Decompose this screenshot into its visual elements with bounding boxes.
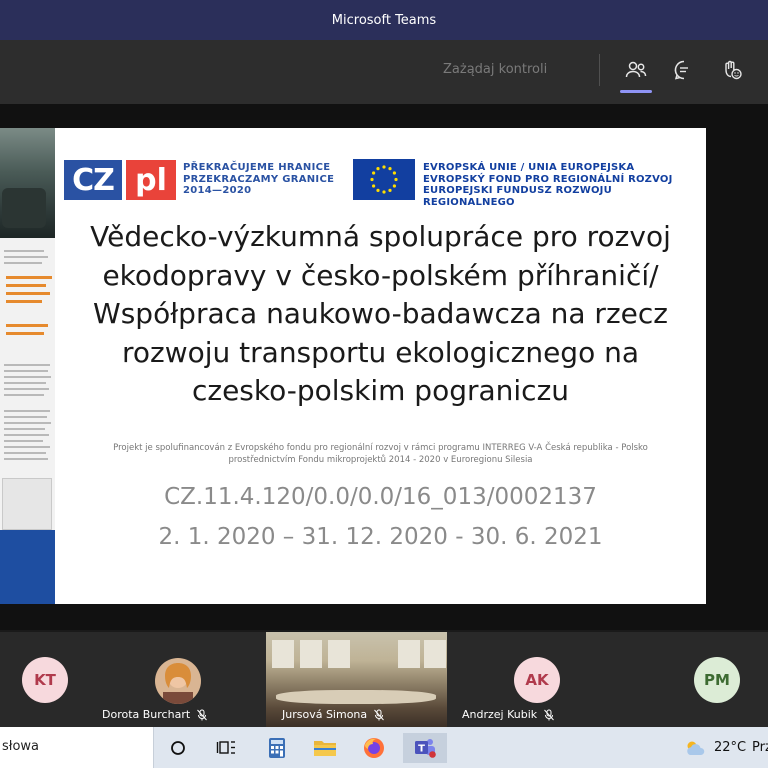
mic-muted-icon: [374, 709, 385, 720]
reactions-button[interactable]: [716, 54, 748, 86]
cortana-circle-icon: [171, 741, 185, 755]
project-code: CZ.11.4.120/0.0/0.0/16_013/0002137: [164, 484, 597, 510]
poster-footer: [0, 530, 55, 604]
toolbar-divider: [599, 54, 600, 86]
mic-muted-icon: [197, 709, 208, 720]
weather-temperature: 22°C: [714, 740, 747, 755]
chat-icon: [674, 60, 688, 80]
search-text: słowa: [2, 739, 40, 754]
participant-tile-jursova[interactable]: Jursová Simona: [266, 632, 447, 727]
pl-logo-text: pl: [126, 160, 176, 200]
window-title: Microsoft Teams: [331, 12, 437, 28]
programme-slogan: PŘEKRAČUJEME HRANICE PRZEKRACZAMY GRANIC…: [183, 162, 335, 196]
weather-description: Prz: [752, 740, 768, 755]
raise-hand-emoji-icon: [725, 60, 742, 80]
participant-tile-pm[interactable]: PM: [627, 632, 768, 727]
task-view-button[interactable]: [211, 733, 241, 763]
request-control-button[interactable]: Zażądaj kontroli: [443, 62, 547, 77]
cortana-button[interactable]: [163, 733, 193, 763]
svg-text:T: T: [418, 744, 425, 755]
calculator-app[interactable]: [262, 733, 292, 763]
cz-pl-logo: CZ pl: [64, 160, 176, 200]
windows-taskbar: słowa T 22°C Pr: [0, 727, 768, 768]
participant-name: Dorota Burchart: [102, 708, 208, 721]
calculator-icon: [269, 738, 285, 758]
participant-name: Jursová Simona: [282, 708, 385, 721]
participants-button[interactable]: [620, 54, 652, 86]
participant-name: Andrzej Kubik: [462, 708, 555, 721]
title-bar: Microsoft Teams: [0, 0, 768, 40]
firefox-icon: [364, 738, 384, 758]
participant-tile-dorota[interactable]: Dorota Burchart: [88, 632, 266, 727]
avatar: AK: [514, 657, 560, 703]
funding-note: Projekt je spolufinancován z Evropského …: [113, 443, 648, 465]
participant-tile-andrzej[interactable]: AK Andrzej Kubik: [447, 632, 627, 727]
chat-button[interactable]: [668, 54, 700, 86]
folder-icon: [314, 741, 336, 756]
taskbar-search[interactable]: słowa: [0, 727, 154, 768]
avatar: PM: [694, 657, 740, 703]
firefox-app[interactable]: [359, 733, 389, 763]
slide-title: Vědecko-výzkumná spolupráce pro rozvoj e…: [90, 220, 671, 407]
presentation-slide: CZ pl PŘEKRAČUJEME HRANICE PRZEKRACZAMY …: [55, 128, 706, 604]
avatar: KT: [22, 657, 68, 703]
teams-app[interactable]: T: [403, 733, 447, 763]
mic-muted-icon: [544, 709, 555, 720]
cz-logo-text: CZ: [64, 160, 122, 200]
file-explorer-app[interactable]: [310, 733, 340, 763]
people-icon: [625, 61, 647, 78]
participants-active-indicator: [620, 90, 652, 93]
avatar: [155, 658, 201, 704]
poster-vehicle: [2, 188, 46, 228]
participant-tile-kt[interactable]: KT: [0, 632, 88, 727]
project-dates: 2. 1. 2020 – 31. 12. 2020 - 30. 6. 2021: [158, 524, 603, 550]
teams-window: Microsoft Teams Zażądaj kontroli CZ pl P…: [0, 0, 768, 768]
partly-cloudy-icon: [687, 741, 705, 755]
poster-chart: [2, 478, 52, 530]
poster-thumbnail: [0, 128, 55, 604]
task-view-icon: [216, 741, 235, 754]
meeting-toolbar: Zażądaj kontroli: [0, 40, 768, 104]
weather-widget[interactable]: [680, 733, 710, 763]
eu-fund-text: EVROPSKÁ UNIE / UNIA EUROPEJSKA EVROPSKÝ…: [423, 162, 673, 208]
meeting-room-table: [276, 690, 436, 704]
teams-icon: T: [415, 739, 436, 758]
participant-gallery: KT Dorota Burchart Jursová Simona AK And…: [0, 630, 768, 727]
eu-flag-icon: [353, 159, 415, 200]
